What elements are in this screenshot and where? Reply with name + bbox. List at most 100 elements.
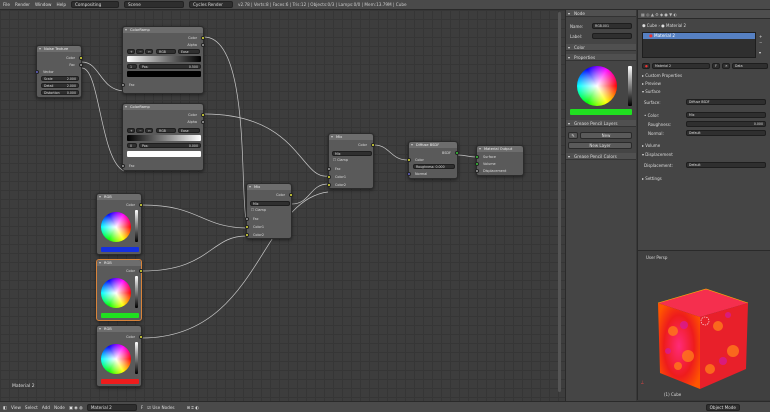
- properties-section-header[interactable]: Properties: [566, 54, 636, 61]
- use-nodes-checkbox[interactable]: ☑ Use Nodes: [147, 405, 174, 410]
- rgb-node-3[interactable]: RGB Color: [96, 325, 143, 387]
- input-color-socket[interactable]: [407, 158, 411, 162]
- flip-ramp-button[interactable]: ↔: [145, 49, 153, 54]
- scene-dropdown[interactable]: Scene: [124, 1, 184, 8]
- menu-add[interactable]: Add: [42, 405, 50, 410]
- clamp-checkbox[interactable]: ☐ Clamp: [251, 208, 266, 212]
- rgb-node-2[interactable]: RGB Color: [96, 259, 143, 321]
- roughness-input[interactable]: 0.000: [686, 121, 766, 127]
- noise-texture-node[interactable]: Noise Texture Color Fac Vector Scale 2.0…: [35, 45, 83, 98]
- grease-pencil-colors-header[interactable]: Grease Pencil Colors: [566, 153, 636, 160]
- add-stop-button[interactable]: +: [127, 128, 135, 133]
- color-input-dropdown[interactable]: Mix: [686, 112, 766, 118]
- input-vector-socket[interactable]: [35, 70, 39, 74]
- color-swatch[interactable]: [101, 379, 139, 384]
- color-swatch[interactable]: [101, 247, 139, 252]
- output-color-socket[interactable]: [371, 143, 375, 147]
- remove-stop-button[interactable]: −: [136, 128, 144, 133]
- pencil-icon[interactable]: ✎: [568, 132, 578, 139]
- interpolation-dropdown[interactable]: Ease: [178, 128, 200, 133]
- input-fac-socket[interactable]: [245, 217, 249, 221]
- output-alpha-socket[interactable]: [201, 120, 205, 124]
- material-slot-item[interactable]: ● Material 2: [643, 33, 755, 39]
- blend-mode-dropdown[interactable]: Mix: [332, 151, 372, 156]
- surface-header[interactable]: ▾ Surface: [642, 89, 661, 94]
- editor-scrollbar[interactable]: [558, 12, 561, 392]
- position-field[interactable]: Pos: 0.500: [139, 64, 201, 69]
- properties-color-swatch[interactable]: [570, 109, 632, 115]
- input-volume-socket[interactable]: [475, 162, 479, 166]
- mix-node-2[interactable]: Mix Color Mix ☐ Clamp Fac Color1 Color2: [327, 133, 375, 189]
- active-stop-field[interactable]: 1: [127, 64, 137, 69]
- colorramp-node-2[interactable]: ColorRamp Color Alpha + − ↔ RGB Ease 0 P…: [121, 103, 205, 171]
- clamp-checkbox[interactable]: ☐ Clamp: [333, 158, 348, 162]
- input-fac-socket[interactable]: [327, 167, 331, 171]
- shader-type-icons[interactable]: ▣ ◉ ◍: [69, 405, 83, 410]
- output-bsdf-socket[interactable]: [455, 151, 459, 155]
- material-output-node[interactable]: Material Output Surface Volume Displacem…: [475, 145, 524, 176]
- menu-help[interactable]: Help: [56, 2, 66, 7]
- menu-select[interactable]: Select: [25, 405, 38, 410]
- material-name-field[interactable]: Material 2: [652, 63, 710, 69]
- menu-node[interactable]: Node: [54, 405, 65, 410]
- output-color-socket[interactable]: [201, 36, 205, 40]
- roughness-field[interactable]: Roughness: 0.000: [413, 164, 455, 169]
- input-displacement-socket[interactable]: [475, 169, 479, 173]
- menu-render[interactable]: Render: [15, 2, 30, 7]
- snap-icons[interactable]: ⊞ ⌗ ◐: [187, 405, 199, 410]
- fake-user-toggle[interactable]: F: [141, 405, 143, 410]
- custom-properties-header[interactable]: ▸ Custom Properties: [642, 73, 682, 78]
- value-slider[interactable]: [135, 210, 138, 242]
- browse-material-button[interactable]: ●: [642, 63, 650, 69]
- node-name-input[interactable]: RGB.001: [592, 23, 632, 29]
- output-color-socket[interactable]: [139, 203, 143, 207]
- breadcrumb-material[interactable]: Material 2: [666, 23, 686, 28]
- value-slider[interactable]: [135, 276, 138, 308]
- color-wheel[interactable]: [101, 212, 131, 242]
- color-section-header[interactable]: Color: [566, 44, 636, 51]
- color-wheel[interactable]: [101, 344, 131, 374]
- input-fac-socket[interactable]: [121, 164, 125, 168]
- textured-cube[interactable]: [648, 281, 758, 391]
- slot-menu-button[interactable]: ▾: [759, 50, 761, 55]
- output-color-socket[interactable]: [139, 335, 143, 339]
- settings-header[interactable]: ▸ Settings: [642, 176, 662, 181]
- color-mode-dropdown[interactable]: RGB: [156, 128, 176, 133]
- remove-stop-button[interactable]: −: [136, 49, 144, 54]
- menu-file[interactable]: File: [3, 2, 10, 7]
- flip-ramp-button[interactable]: ↔: [145, 128, 153, 133]
- add-slot-button[interactable]: +: [759, 34, 762, 39]
- input-normal-socket[interactable]: [407, 172, 411, 176]
- material-slot-list[interactable]: ● Material 2: [642, 32, 756, 58]
- input-color2-socket[interactable]: [245, 233, 249, 237]
- fake-user-button[interactable]: F: [712, 63, 720, 69]
- surface-shader-dropdown[interactable]: Diffuse BSDF: [686, 99, 766, 105]
- grease-pencil-new-button[interactable]: New: [580, 132, 632, 139]
- output-alpha-socket[interactable]: [201, 43, 205, 47]
- active-stop-field[interactable]: 0: [127, 143, 137, 148]
- output-color-socket[interactable]: [139, 269, 143, 273]
- interpolation-dropdown[interactable]: Ease: [178, 49, 200, 54]
- stop-color-swatch[interactable]: [127, 151, 201, 157]
- output-fac-socket[interactable]: [79, 63, 83, 67]
- input-fac-socket[interactable]: [121, 83, 125, 87]
- colorramp-node-1[interactable]: ColorRamp Color Alpha + − ↔ RGB Ease 1 P…: [121, 26, 205, 94]
- ramp-gradient[interactable]: [127, 56, 201, 62]
- position-field[interactable]: Pos: 0.000: [139, 143, 201, 148]
- ramp-gradient[interactable]: [127, 135, 201, 141]
- editor-type-dropdown[interactable]: Compositing: [71, 1, 119, 8]
- link-dropdown[interactable]: Data: [732, 63, 768, 69]
- input-color1-socket[interactable]: [327, 175, 331, 179]
- output-color-socket[interactable]: [201, 113, 205, 117]
- scale-field[interactable]: Scale 2.000: [41, 76, 79, 81]
- add-stop-button[interactable]: +: [127, 49, 135, 54]
- new-layer-button[interactable]: New Layer: [568, 142, 632, 149]
- input-color1-socket[interactable]: [245, 225, 249, 229]
- mix-node-1[interactable]: Mix Color Mix ☐ Clamp Fac Color1 Color2: [245, 183, 293, 239]
- output-color-socket[interactable]: [79, 56, 83, 60]
- color-swatch[interactable]: [101, 313, 139, 318]
- distortion-field[interactable]: Distortion 0.000: [41, 90, 79, 95]
- properties-color-wheel[interactable]: [577, 66, 617, 106]
- properties-value-slider[interactable]: [628, 66, 632, 106]
- input-color2-socket[interactable]: [327, 183, 331, 187]
